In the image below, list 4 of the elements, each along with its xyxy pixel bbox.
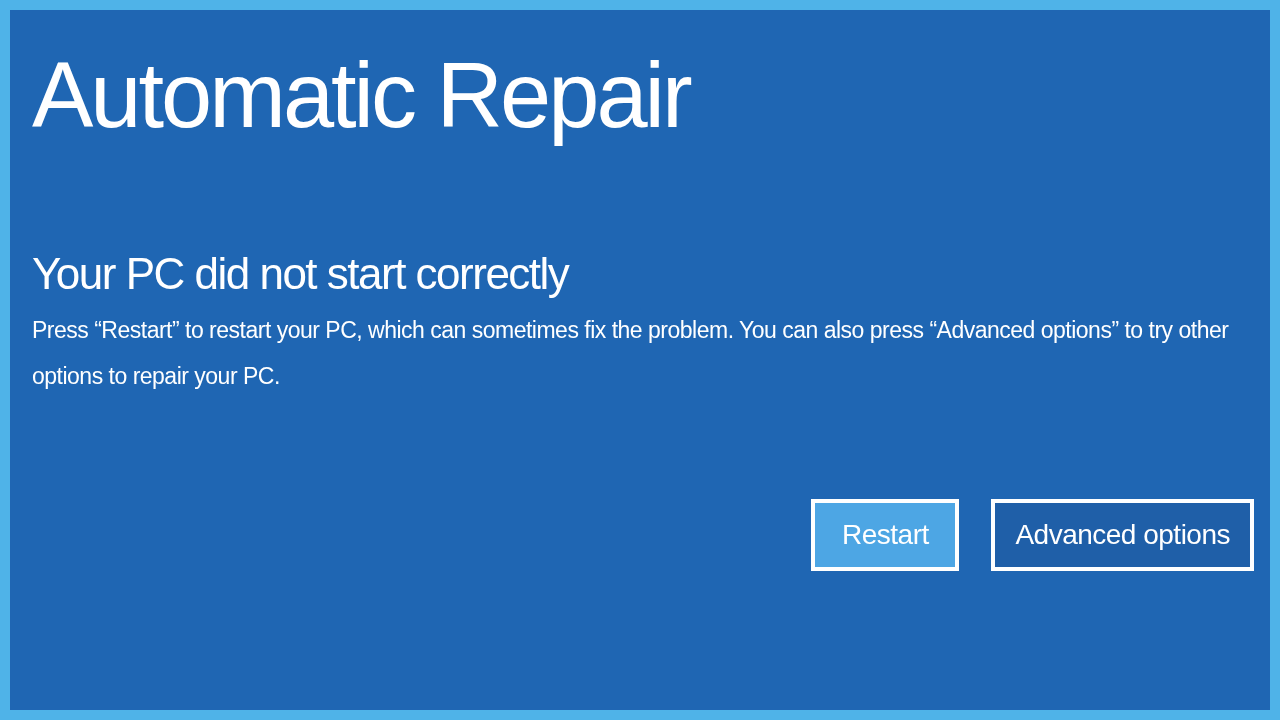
- error-message: Press “Restart” to restart your PC, which can sometimes fix the problem. You can also press “Advanced options” to try other options to repair your PC.: [32, 316, 1230, 392]
- error-heading: Your PC did not start correctly: [32, 248, 569, 301]
- dialog-button[interactable]: Advanced options: [991, 499, 1254, 572]
- screen-title: Automatic Repair: [32, 43, 690, 148]
